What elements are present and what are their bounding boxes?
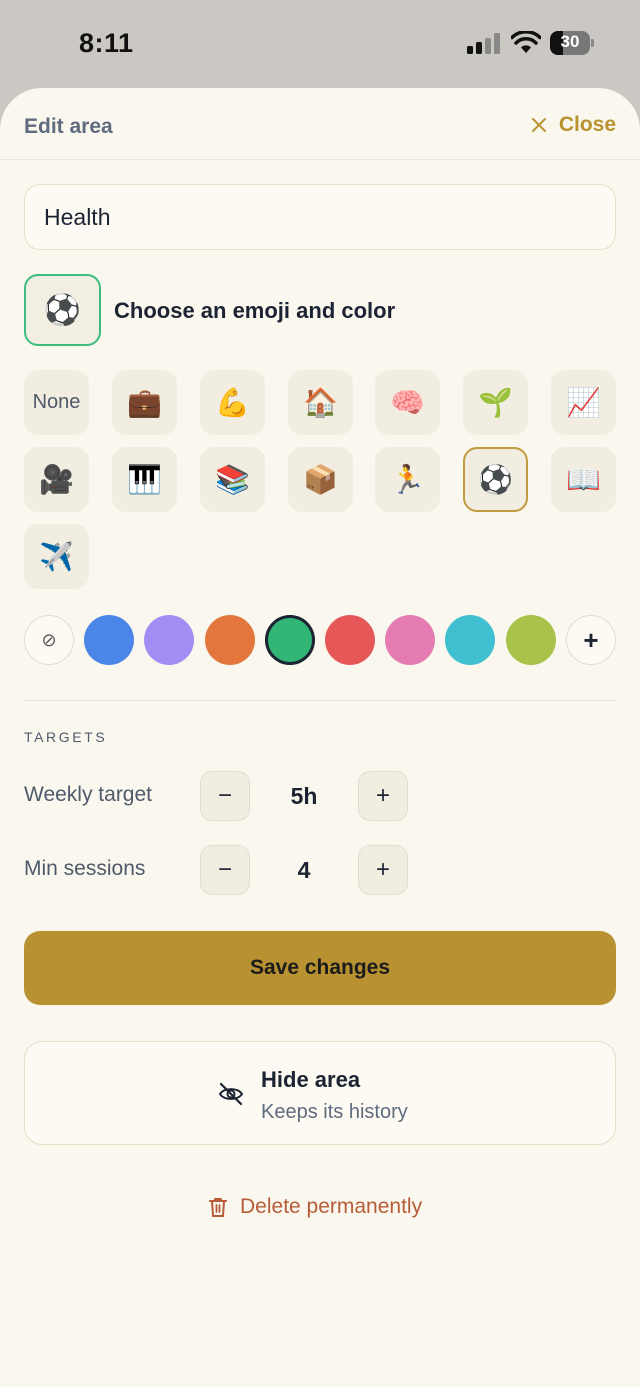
delete-permanently-button[interactable]: Delete permanently <box>208 1195 422 1219</box>
min-sessions-label: Min sessions <box>24 857 146 880</box>
color-picker: ⊘ + <box>24 615 616 665</box>
color-swatch-blue[interactable] <box>84 615 134 665</box>
close-icon <box>531 118 546 132</box>
color-swatch-orange[interactable] <box>205 615 255 665</box>
weekly-target-value: 5h <box>290 783 318 809</box>
min-sessions-row: Min sessions − 4 + <box>24 845 616 895</box>
targets-section-label: TARGETS <box>24 729 108 745</box>
trash-icon <box>209 1198 227 1217</box>
color-swatch-lime[interactable] <box>506 615 556 665</box>
emoji-option-brain[interactable]: 🧠 <box>375 370 440 435</box>
close-label: Close <box>558 113 616 136</box>
emoji-option-package[interactable]: 📦 <box>288 447 353 512</box>
area-name-input[interactable] <box>24 184 616 250</box>
color-swatch-pink[interactable] <box>385 615 435 665</box>
sheet-header: Edit area Close <box>0 88 640 160</box>
section-divider <box>24 700 616 701</box>
delete-permanently-label: Delete permanently <box>240 1195 423 1218</box>
selected-emoji-preview[interactable]: ⚽ <box>24 274 101 346</box>
hide-area-button[interactable]: Hide area Keeps its history <box>24 1041 616 1145</box>
sheet-title: Edit area <box>24 115 113 138</box>
save-changes-button[interactable]: Save changes <box>24 931 616 1005</box>
emoji-option-books[interactable]: 📚 <box>200 447 265 512</box>
battery-level: 30 <box>560 32 580 51</box>
add-color-button[interactable]: + <box>566 615 616 665</box>
emoji-option-chart[interactable]: 📈 <box>551 370 616 435</box>
wifi-icon <box>511 31 541 53</box>
emoji-option-seedling[interactable]: 🌱 <box>463 370 528 435</box>
emoji-option-open-book[interactable]: 📖 <box>551 447 616 512</box>
color-none-swatch[interactable]: ⊘ <box>24 615 74 665</box>
emoji-option-movie-camera[interactable]: 🎥 <box>24 447 89 512</box>
hide-area-title: Hide area <box>261 1067 361 1092</box>
min-sessions-value: 4 <box>297 857 311 883</box>
color-swatch-red[interactable] <box>325 615 375 665</box>
choose-emoji-label: Choose an emoji and color <box>114 298 396 323</box>
emoji-option-runner[interactable]: 🏃 <box>375 447 440 512</box>
emoji-option-airplane[interactable]: ✈️ <box>24 524 89 589</box>
min-sessions-increment-button[interactable]: + <box>358 845 408 895</box>
cellular-signal-icon <box>467 32 501 54</box>
weekly-target-decrement-button[interactable]: − <box>200 771 250 821</box>
weekly-target-label: Weekly target <box>24 783 152 806</box>
emoji-option-soccer-ball[interactable]: ⚽ <box>463 447 528 512</box>
color-swatch-cyan[interactable] <box>445 615 495 665</box>
close-button[interactable]: Close <box>531 113 616 137</box>
emoji-option-none[interactable]: None <box>24 370 89 435</box>
min-sessions-decrement-button[interactable]: − <box>200 845 250 895</box>
weekly-target-increment-button[interactable]: + <box>358 771 408 821</box>
hide-area-subtitle: Keeps its history <box>261 1101 408 1123</box>
status-bar: 8:11 30 <box>0 0 640 88</box>
emoji-option-flexed-biceps[interactable]: 💪 <box>200 370 265 435</box>
status-time: 8:11 <box>79 28 134 58</box>
color-swatch-green[interactable] <box>265 615 315 665</box>
eye-off-icon <box>219 1082 243 1106</box>
weekly-target-row: Weekly target − 5h + <box>24 771 616 821</box>
color-swatch-purple[interactable] <box>144 615 194 665</box>
emoji-option-briefcase[interactable]: 💼 <box>112 370 177 435</box>
edit-area-sheet: Edit area Close ⚽ Choose an emoji and co… <box>0 88 640 1387</box>
battery-icon: 30 <box>550 31 594 55</box>
emoji-option-house[interactable]: 🏠 <box>288 370 353 435</box>
emoji-option-piano[interactable]: 🎹 <box>112 447 177 512</box>
